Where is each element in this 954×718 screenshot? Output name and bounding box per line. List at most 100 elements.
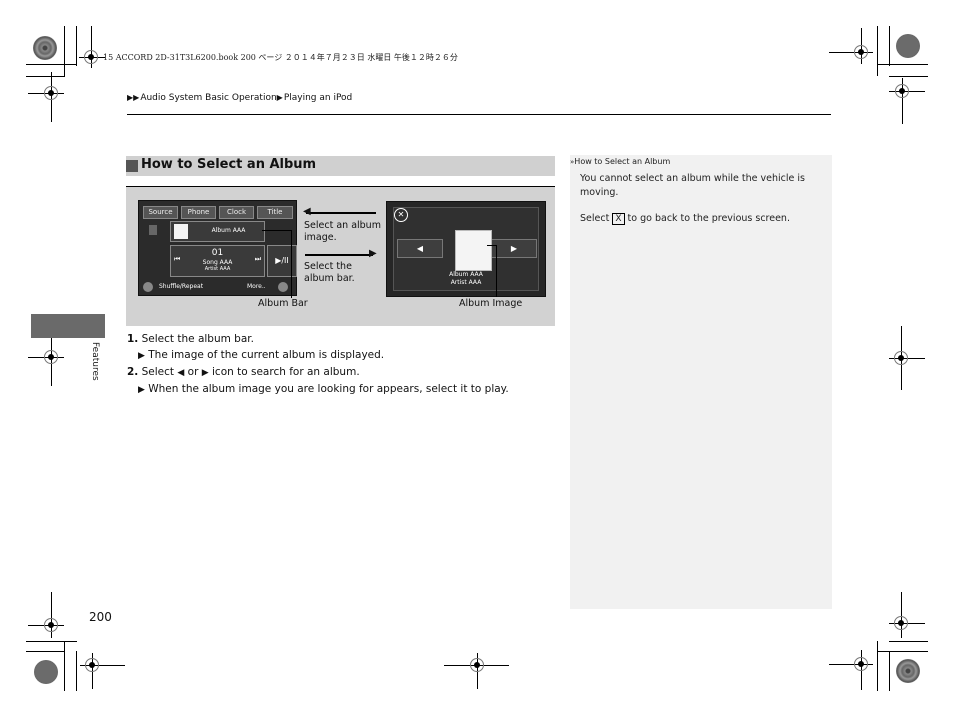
tab-title[interactable]: Title — [257, 206, 293, 219]
knob-icon[interactable] — [143, 282, 153, 292]
next-album-button[interactable]: ▶ — [491, 239, 537, 258]
sidebar-title-text: How to Select an Album — [574, 157, 671, 166]
crosshair-target-icon — [44, 86, 58, 100]
bottom-bar: Shuffle/Repeat More.. — [139, 280, 296, 294]
result-arrow-icon: ▶ — [138, 351, 145, 361]
play-pause-button[interactable]: ▶/II — [267, 245, 297, 277]
breadcrumb-arrow-icon: ▶ — [276, 93, 283, 102]
track-number: 01 — [211, 248, 224, 258]
sidebar-title: »How to Select an Album — [570, 157, 670, 166]
breadcrumb-arrow-icon: ▶▶ — [127, 93, 140, 102]
ipod-source-icon — [149, 225, 157, 235]
registration-disc-icon — [34, 660, 58, 684]
arrow-right-head: ▶ — [369, 248, 377, 259]
note-text: to go back to the previous screen. — [627, 213, 790, 224]
crosshair-target-icon — [854, 45, 868, 59]
chapter-tab-marker — [31, 314, 105, 338]
album-bar-label: Album AAA — [211, 227, 246, 234]
crop-mark — [889, 651, 890, 691]
arrow-right-icon — [305, 254, 373, 256]
breadcrumb: ▶▶Audio System Basic Operation▶Playing a… — [127, 93, 352, 103]
crop-mark — [76, 651, 77, 691]
album-name: Album AAA — [449, 271, 483, 278]
crosshair-target-icon — [44, 618, 58, 632]
artist-name: Artist AAA — [204, 266, 231, 272]
print-metadata: 15 ACCORD 2D-31T3L6200.book 200 ページ ２０１４… — [103, 53, 458, 62]
tab-source[interactable]: Source — [143, 206, 178, 219]
breadcrumb-item[interactable]: Playing an iPod — [284, 93, 352, 103]
crosshair-target-icon — [895, 84, 909, 98]
tab-clock[interactable]: Clock — [219, 206, 254, 219]
knob-icon[interactable] — [278, 282, 288, 292]
crosshair-target-icon — [894, 351, 908, 365]
more-label[interactable]: More.. — [247, 283, 266, 290]
page-number: 200 — [89, 610, 112, 624]
track-info-box: ⏮ ⏭ 01 Song AAA Artist AAA — [170, 245, 265, 277]
registration-disc-icon — [896, 659, 920, 683]
chapter-tab-label: Features — [90, 342, 100, 381]
arrow-left-head: ◀ — [303, 206, 311, 217]
sidebar-note: Select X to go back to the previous scre… — [580, 212, 820, 226]
label-album-bar: Album Bar — [258, 298, 308, 309]
registration-disc-icon — [33, 36, 57, 60]
crop-mark — [76, 26, 77, 66]
crop-mark — [877, 26, 878, 76]
crop-mark — [26, 651, 65, 652]
album-thumbnail — [174, 224, 188, 239]
callout-line — [291, 230, 292, 298]
callout-select-album-bar: Select the album bar. — [304, 261, 355, 284]
close-x-icon: X — [612, 213, 625, 225]
step-text: Select — [141, 366, 175, 378]
result-arrow-icon: ▶ — [138, 385, 145, 395]
album-cover-image[interactable] — [455, 230, 492, 271]
callout-line — [496, 245, 497, 297]
label-album-image: Album Image — [459, 298, 523, 309]
registration-disc-icon — [896, 34, 920, 58]
section-title: How to Select an Album — [141, 157, 317, 172]
crop-mark — [877, 651, 928, 652]
song-title: Song AAA — [202, 259, 233, 266]
crop-mark — [26, 76, 65, 77]
crosshair-target-icon — [84, 50, 98, 64]
step-result-text: When the album image you are looking for… — [148, 383, 509, 395]
sidebar-notes: »How to Select an Album You cannot selec… — [570, 155, 832, 609]
right-arrow-icon: ▶ — [201, 368, 209, 378]
step-number: 1. — [127, 333, 139, 345]
artist-name: Artist AAA — [450, 279, 482, 286]
callout-select-album-image: Select an album image. — [304, 220, 381, 243]
arrow-left-icon — [306, 212, 376, 214]
crop-mark — [889, 26, 890, 66]
crosshair-target-icon — [470, 658, 484, 672]
crosshair-target-icon — [894, 616, 908, 630]
previous-album-button[interactable]: ◀ — [397, 239, 443, 258]
shuffle-repeat-label[interactable]: Shuffle/Repeat — [159, 283, 203, 290]
crop-mark — [26, 641, 77, 642]
crosshair-target-icon — [44, 350, 58, 364]
tab-phone[interactable]: Phone — [181, 206, 216, 219]
audio-screen-main: Source Phone Clock Title Album AAA ⏮ ⏭ 0… — [138, 200, 297, 296]
step-1: 1. Select the album bar. — [127, 331, 509, 347]
breadcrumb-item[interactable]: Audio System Basic Operation — [140, 93, 276, 103]
callout-line — [262, 230, 291, 231]
crosshair-mark — [901, 592, 902, 638]
close-icon[interactable]: ✕ — [394, 208, 408, 222]
crop-mark — [889, 76, 928, 77]
step-text: Select the album bar. — [141, 333, 254, 345]
header-divider — [127, 114, 831, 115]
section-square-icon — [126, 160, 138, 172]
crop-mark — [64, 641, 65, 691]
step-1-result: ▶ The image of the current album is disp… — [127, 347, 509, 364]
steps-list: 1. Select the album bar. ▶ The image of … — [127, 331, 509, 398]
left-arrow-icon: ◀ — [177, 368, 185, 378]
crosshair-target-icon — [854, 657, 868, 671]
album-bar[interactable]: Album AAA — [170, 221, 265, 242]
album-select-screen: ✕ ◀ ▶ Album AAA Artist AAA — [386, 201, 546, 297]
step-2-result: ▶ When the album image you are looking f… — [127, 381, 509, 398]
step-2: 2. Select ◀ or ▶ icon to search for an a… — [127, 364, 509, 381]
crop-mark — [64, 26, 65, 76]
callout-line — [487, 245, 496, 246]
crop-mark — [877, 641, 878, 691]
crop-mark — [889, 641, 928, 642]
step-number: 2. — [127, 366, 139, 378]
step-result-text: The image of the current album is displa… — [148, 349, 385, 361]
